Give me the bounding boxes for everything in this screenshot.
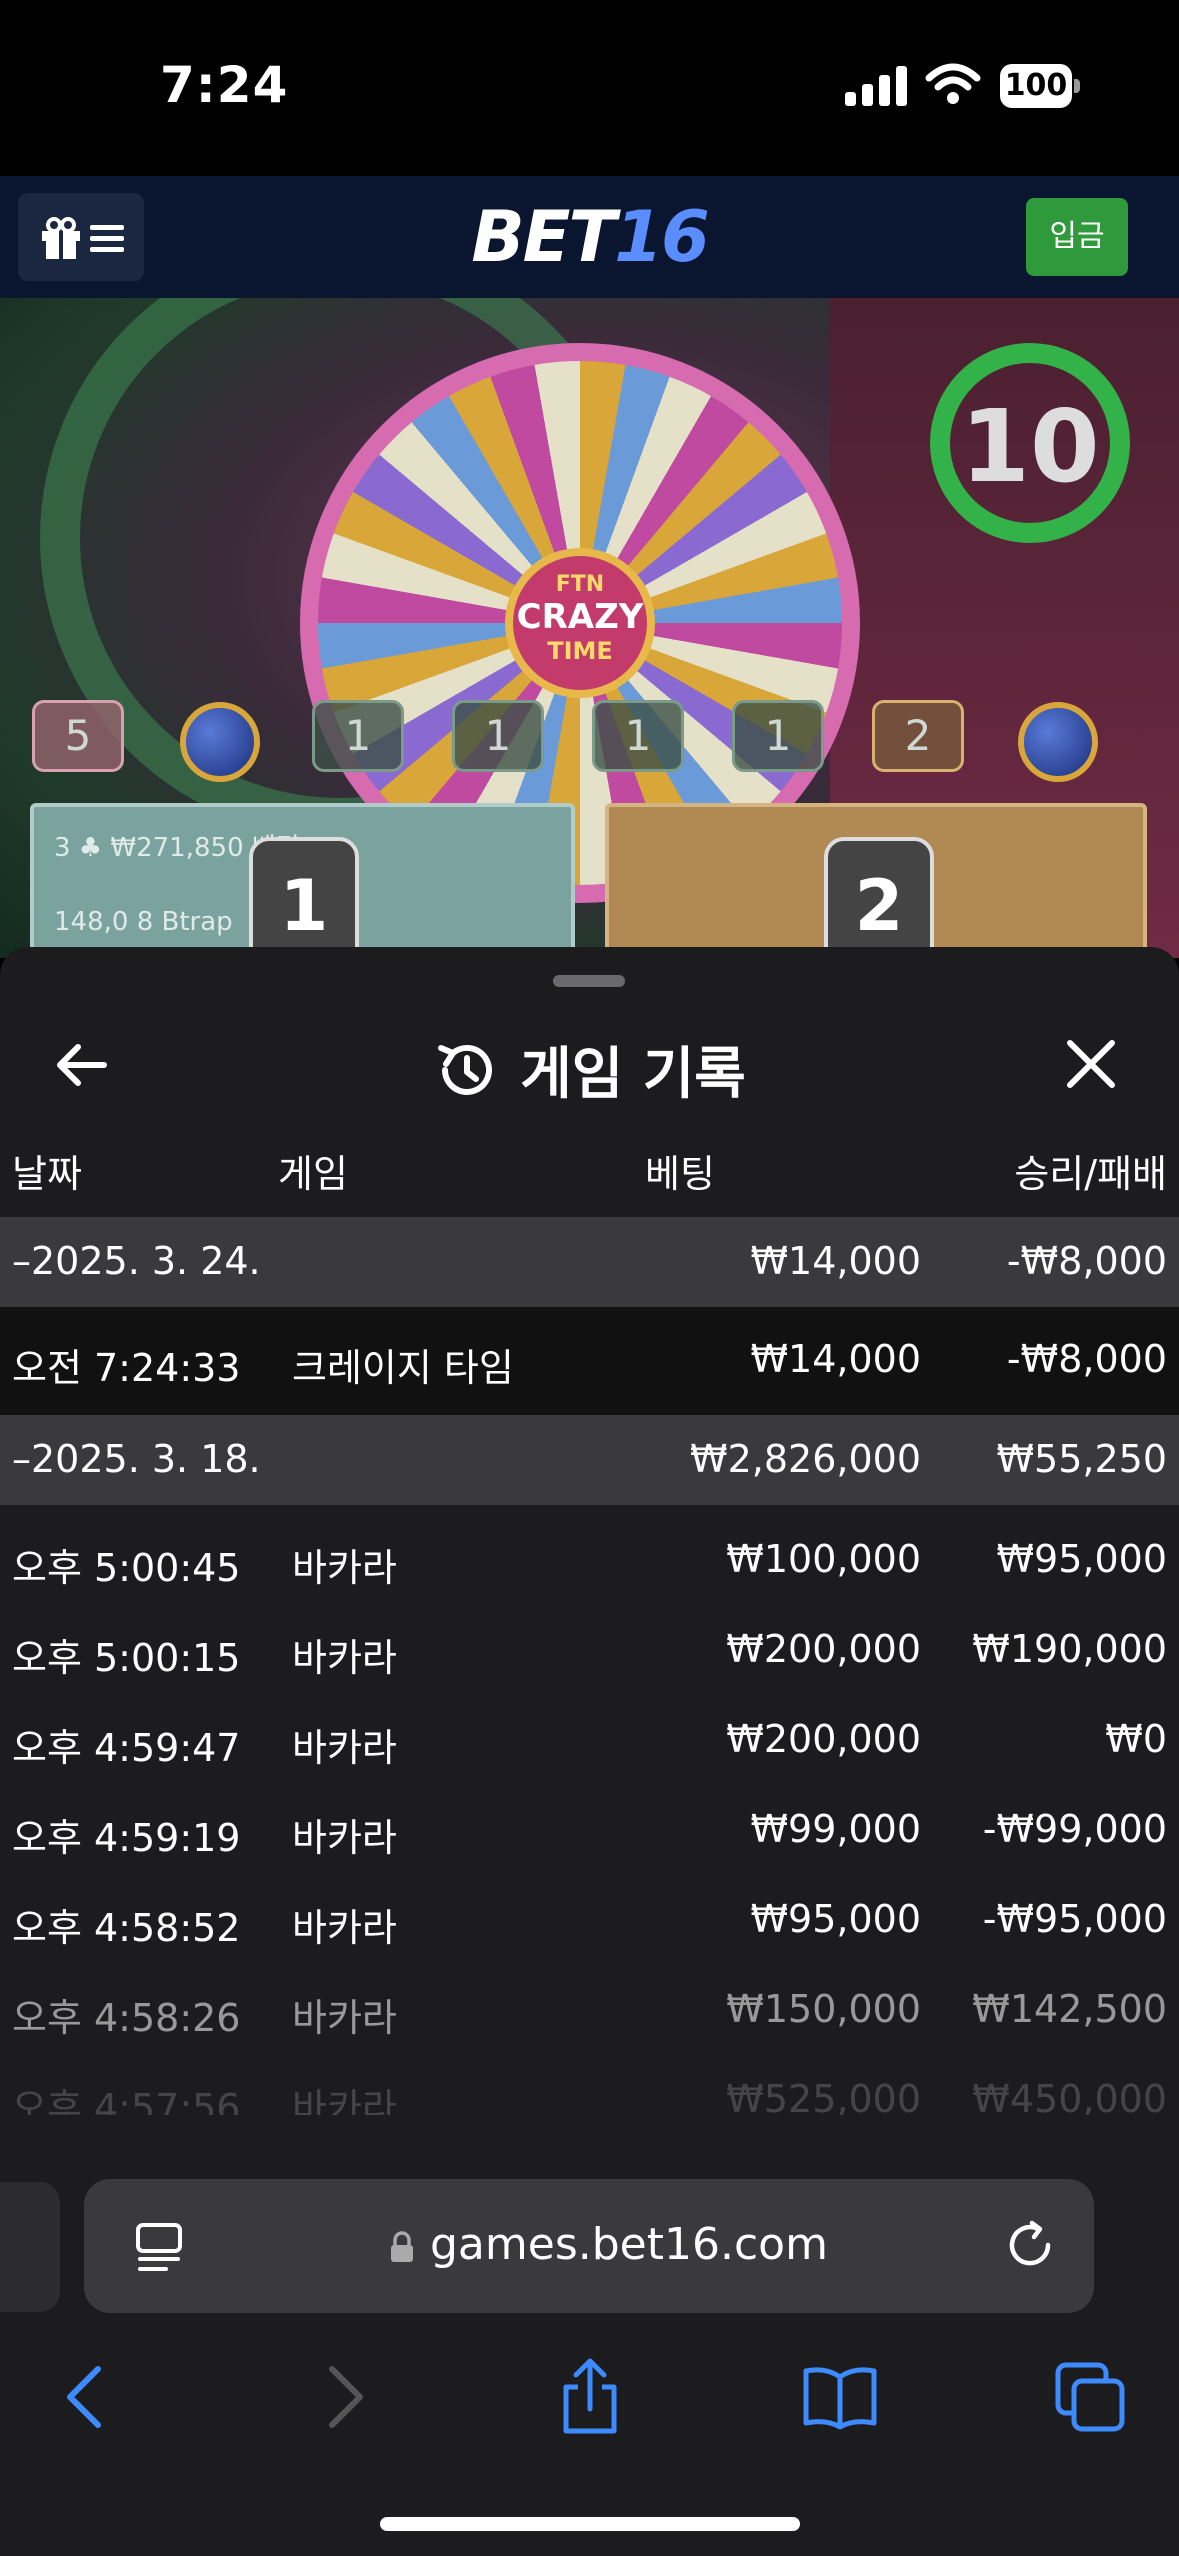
wifi-icon <box>925 63 981 104</box>
countdown-timer: 10 <box>960 388 1100 505</box>
history-row[interactable]: 오전 7:24:33 크레이지 타임 ₩14,000 -₩8,000 <box>0 1307 1179 1415</box>
close-icon[interactable] <box>1060 1033 1122 1095</box>
history-row[interactable]: 오후 4:59:19 바카라 ₩99,000 -₩99,000 <box>0 1785 1179 1875</box>
bet-tile-5[interactable]: 5 <box>32 700 124 772</box>
wheel-center-logo: FTN CRAZY TIME <box>505 548 655 698</box>
lock-icon <box>391 2231 413 2262</box>
sheet-header: 게임 기록 <box>0 1007 1179 1117</box>
status-bar: 7:24 100 <box>0 0 1179 176</box>
history-row[interactable]: 오후 4:57:56 바카라 ₩525,000 ₩450,000 <box>0 2055 1179 2115</box>
battery-icon: 100 <box>1000 64 1080 108</box>
share-icon[interactable] <box>550 2357 630 2437</box>
sheet-grabber[interactable] <box>553 975 625 987</box>
bookmarks-icon[interactable] <box>800 2357 880 2437</box>
reload-icon[interactable] <box>1004 2217 1060 2273</box>
address-bar[interactable]: games.bet16.com <box>84 2179 1094 2313</box>
deposit-button[interactable]: 입금 <box>1026 198 1128 276</box>
date-group-row[interactable]: –2025. 3. 24. ₩14,000 -₩8,000 <box>0 1217 1179 1307</box>
history-row[interactable]: 오후 5:00:15 바카라 ₩200,000 ₩190,000 <box>0 1605 1179 1695</box>
tabs-icon[interactable] <box>1050 2357 1130 2437</box>
bet-spot-2[interactable]: 2 <box>605 803 1147 958</box>
sheet-title: 게임 기록 <box>520 1042 746 1107</box>
bet-tile-2[interactable]: 2 <box>872 700 964 772</box>
app-header: BET16 입금 <box>0 176 1179 298</box>
status-time: 7:24 <box>160 56 289 114</box>
bet-spot-1[interactable]: 3 ♣ ₩271,850 베팅 148,0 8 Btrap 1 <box>30 803 575 958</box>
column-header-result: 승리/패배 <box>1014 1152 1167 1196</box>
home-indicator[interactable] <box>380 2517 800 2531</box>
cellular-signal-icon <box>845 64 907 106</box>
date-group-row[interactable]: –2025. 3. 18. ₩2,826,000 ₩55,250 <box>0 1415 1179 1505</box>
browser-toolbar: games.bet16.com <box>0 2157 1179 2556</box>
game-history-sheet: 게임 기록 날짜 게임 베팅 승리/패배 –2025. 3. 24. ₩14,0… <box>0 947 1179 2157</box>
url-text: games.bet16.com <box>430 2219 828 2270</box>
bet16-logo: BET16 <box>471 196 709 278</box>
bonus-ball-icon <box>1018 702 1098 782</box>
bonus-ball-icon <box>180 702 260 782</box>
bet-tile-1[interactable]: 1 <box>452 700 544 772</box>
column-header-bet: 베팅 <box>645 1152 715 1196</box>
forward-icon[interactable] <box>302 2357 382 2437</box>
battery-level: 100 <box>1000 64 1072 108</box>
column-header-game: 게임 <box>278 1152 348 1196</box>
bet-tile-1[interactable]: 1 <box>312 700 404 772</box>
history-row[interactable]: 오후 4:58:26 바카라 ₩150,000 ₩142,500 <box>0 1965 1179 2055</box>
previous-tab-peek[interactable] <box>0 2182 60 2312</box>
column-header-date: 날짜 <box>12 1152 82 1196</box>
history-icon <box>438 1044 493 1095</box>
history-table: –2025. 3. 24. ₩14,000 -₩8,000 오전 7:24:33… <box>0 1217 1179 2115</box>
back-icon[interactable] <box>48 2357 128 2437</box>
bet-tile-1[interactable]: 1 <box>732 700 824 772</box>
reader-mode-icon[interactable] <box>134 2221 184 2273</box>
history-row[interactable]: 오후 4:58:52 바카라 ₩95,000 -₩95,000 <box>0 1875 1179 1965</box>
history-row[interactable]: 오후 5:00:45 바카라 ₩100,000 ₩95,000 <box>0 1505 1179 1605</box>
game-video: FTN CRAZY TIME 10 5 1 1 1 1 2 3 ♣ ₩271,8… <box>0 298 1179 958</box>
bet-tile-1[interactable]: 1 <box>592 700 684 772</box>
history-row[interactable]: 오후 4:59:47 바카라 ₩200,000 ₩0 <box>0 1695 1179 1785</box>
